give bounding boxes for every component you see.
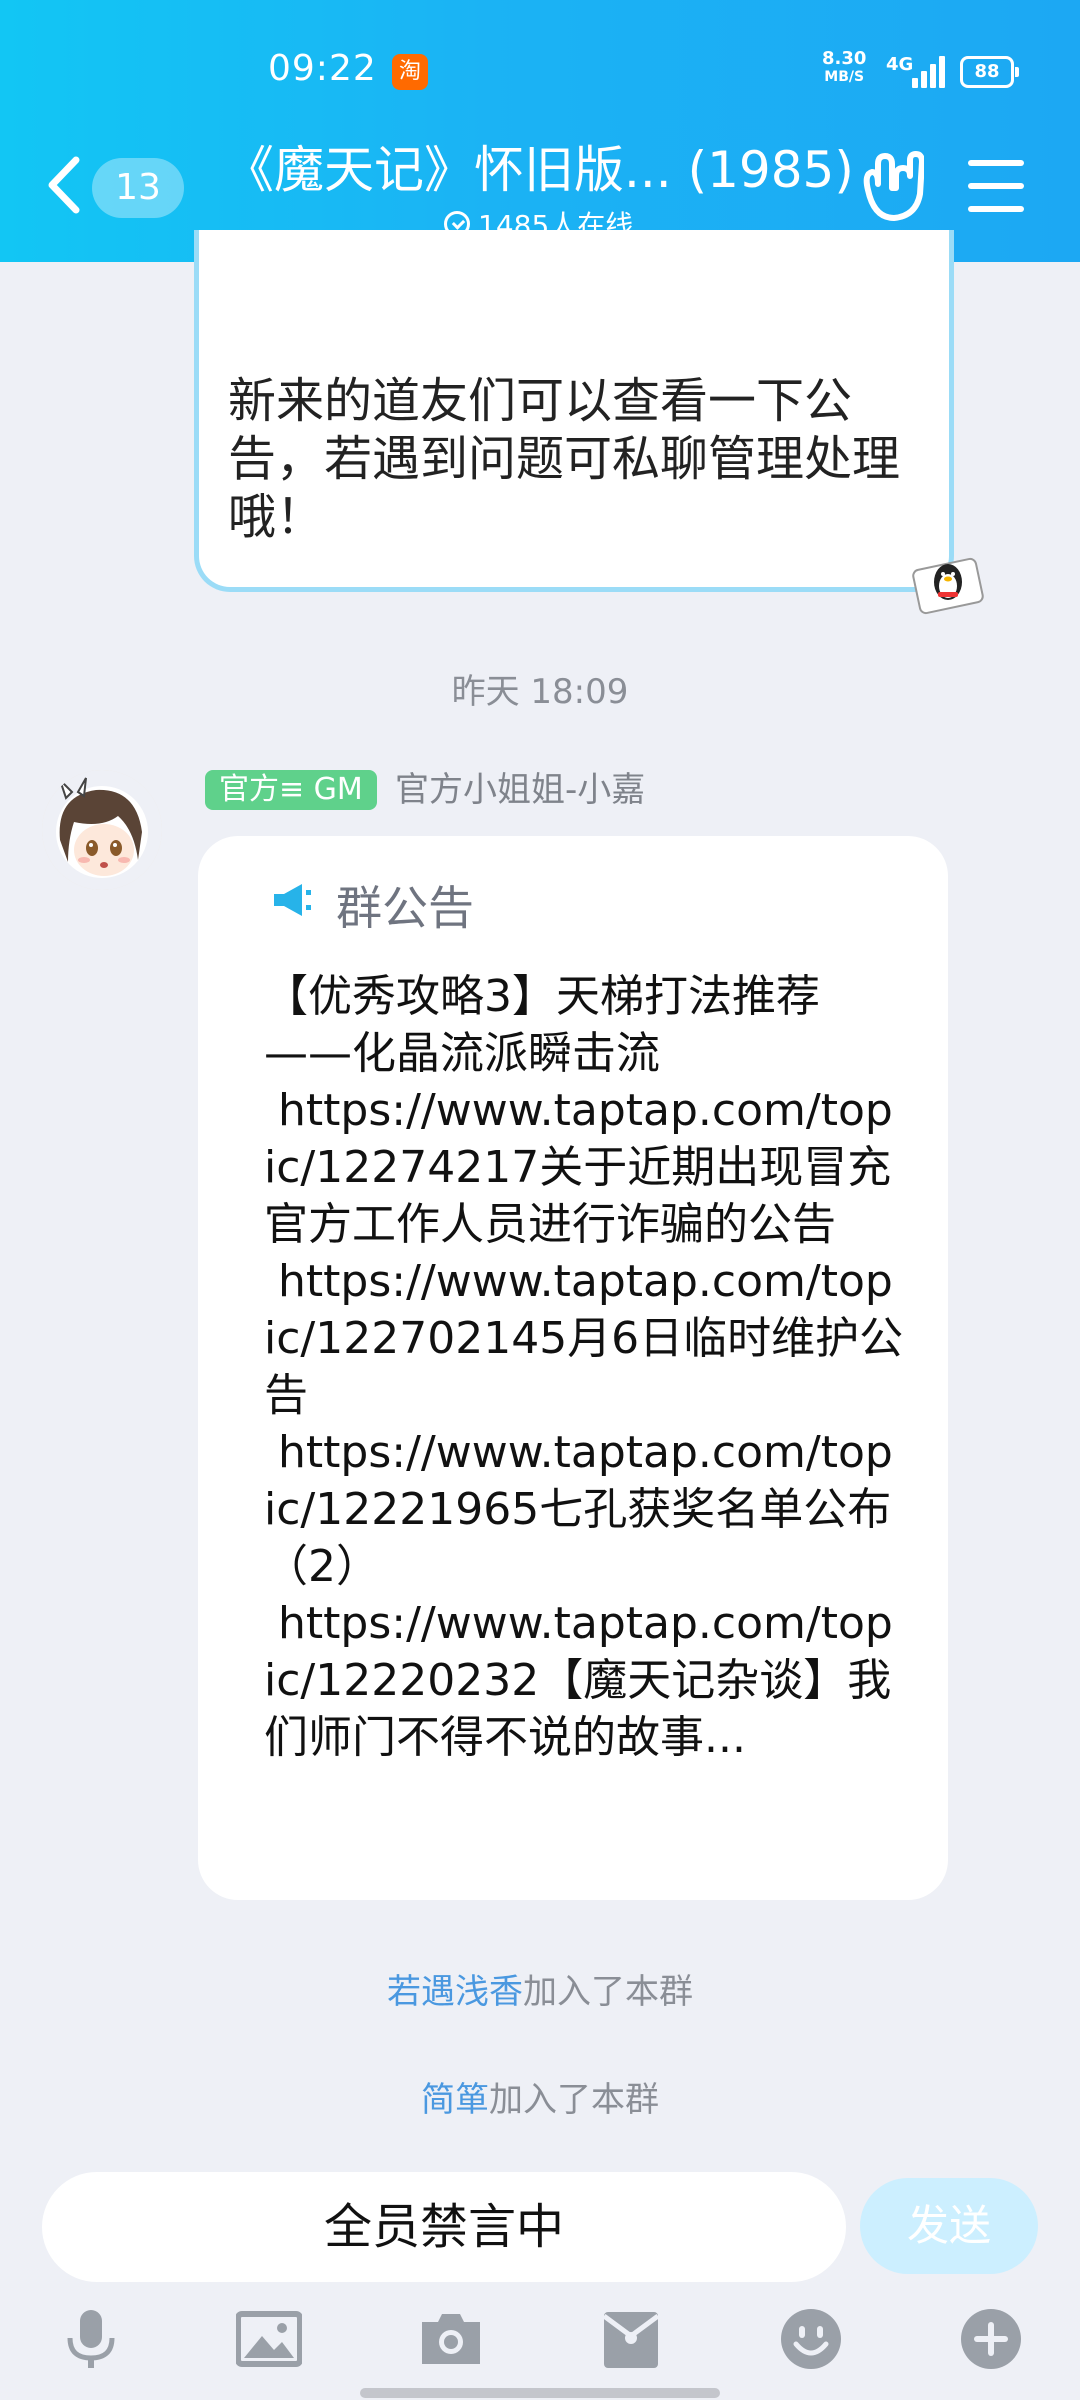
- status-time: 09:22: [268, 48, 377, 89]
- message-timestamp: 昨天 18:09: [451, 672, 629, 712]
- join-notification: 简箪加入了本群: [0, 2072, 1080, 2121]
- taobao-notification-icon: 淘: [392, 54, 428, 90]
- joined-user-name[interactable]: 若遇浅香: [387, 1972, 523, 2012]
- gm-tag-badge: 官方≡ GM: [205, 770, 377, 810]
- network-speed: 8.30 MB/S: [822, 50, 866, 86]
- plus-icon[interactable]: [958, 2306, 1024, 2372]
- chevron-left-icon: [48, 156, 80, 214]
- network-speed-unit: MB/S: [824, 69, 865, 85]
- menu-button[interactable]: [968, 160, 1024, 212]
- join-text: 加入了本群: [489, 2080, 659, 2120]
- microphone-icon[interactable]: [58, 2306, 124, 2372]
- megaphone-icon: [274, 884, 311, 916]
- home-indicator[interactable]: [360, 2388, 720, 2398]
- send-button[interactable]: 发送: [860, 2178, 1038, 2274]
- back-button[interactable]: [40, 150, 90, 220]
- joined-user-name[interactable]: 简箪: [421, 2080, 489, 2120]
- chat-header: 09:22 淘 8.30 MB/S 4G 88 13 《魔天记》怀旧版... (…: [0, 0, 1080, 262]
- red-packet-icon[interactable]: [598, 2306, 664, 2372]
- avatar[interactable]: [42, 770, 162, 890]
- penguin-sticker-icon: [912, 557, 984, 615]
- notice-title: 群公告: [336, 881, 474, 935]
- unread-count-badge[interactable]: 13: [92, 158, 184, 218]
- battery-icon: 88: [960, 56, 1019, 88]
- camera-icon[interactable]: [418, 2306, 484, 2372]
- avatar-girl-icon: [42, 770, 162, 890]
- notice-body[interactable]: 【优秀攻略3】天梯打法推荐——化晶流派瞬击流 https://www.tapta…: [264, 968, 904, 1766]
- image-icon[interactable]: [236, 2306, 302, 2372]
- network-speed-value: 8.30: [822, 48, 867, 69]
- network-type: 4G: [886, 54, 914, 75]
- emoji-icon[interactable]: [778, 2306, 844, 2372]
- group-gesture-button[interactable]: [858, 150, 925, 224]
- previous-message-text: 新来的道友们可以查看一下公告，若遇到问题可私聊管理处理哦！: [228, 373, 901, 545]
- sender-name[interactable]: 官方小姐姐-小嘉: [395, 770, 645, 810]
- join-text: 加入了本群: [523, 1972, 693, 2012]
- group-title[interactable]: 《魔天记》怀旧版... (1985): [224, 130, 854, 202]
- signal-icon: [912, 54, 946, 88]
- muted-placeholder: 全员禁言中: [323, 2199, 564, 2255]
- join-notification: 若遇浅香加入了本群: [0, 1964, 1080, 2013]
- rock-hand-icon: [863, 151, 925, 221]
